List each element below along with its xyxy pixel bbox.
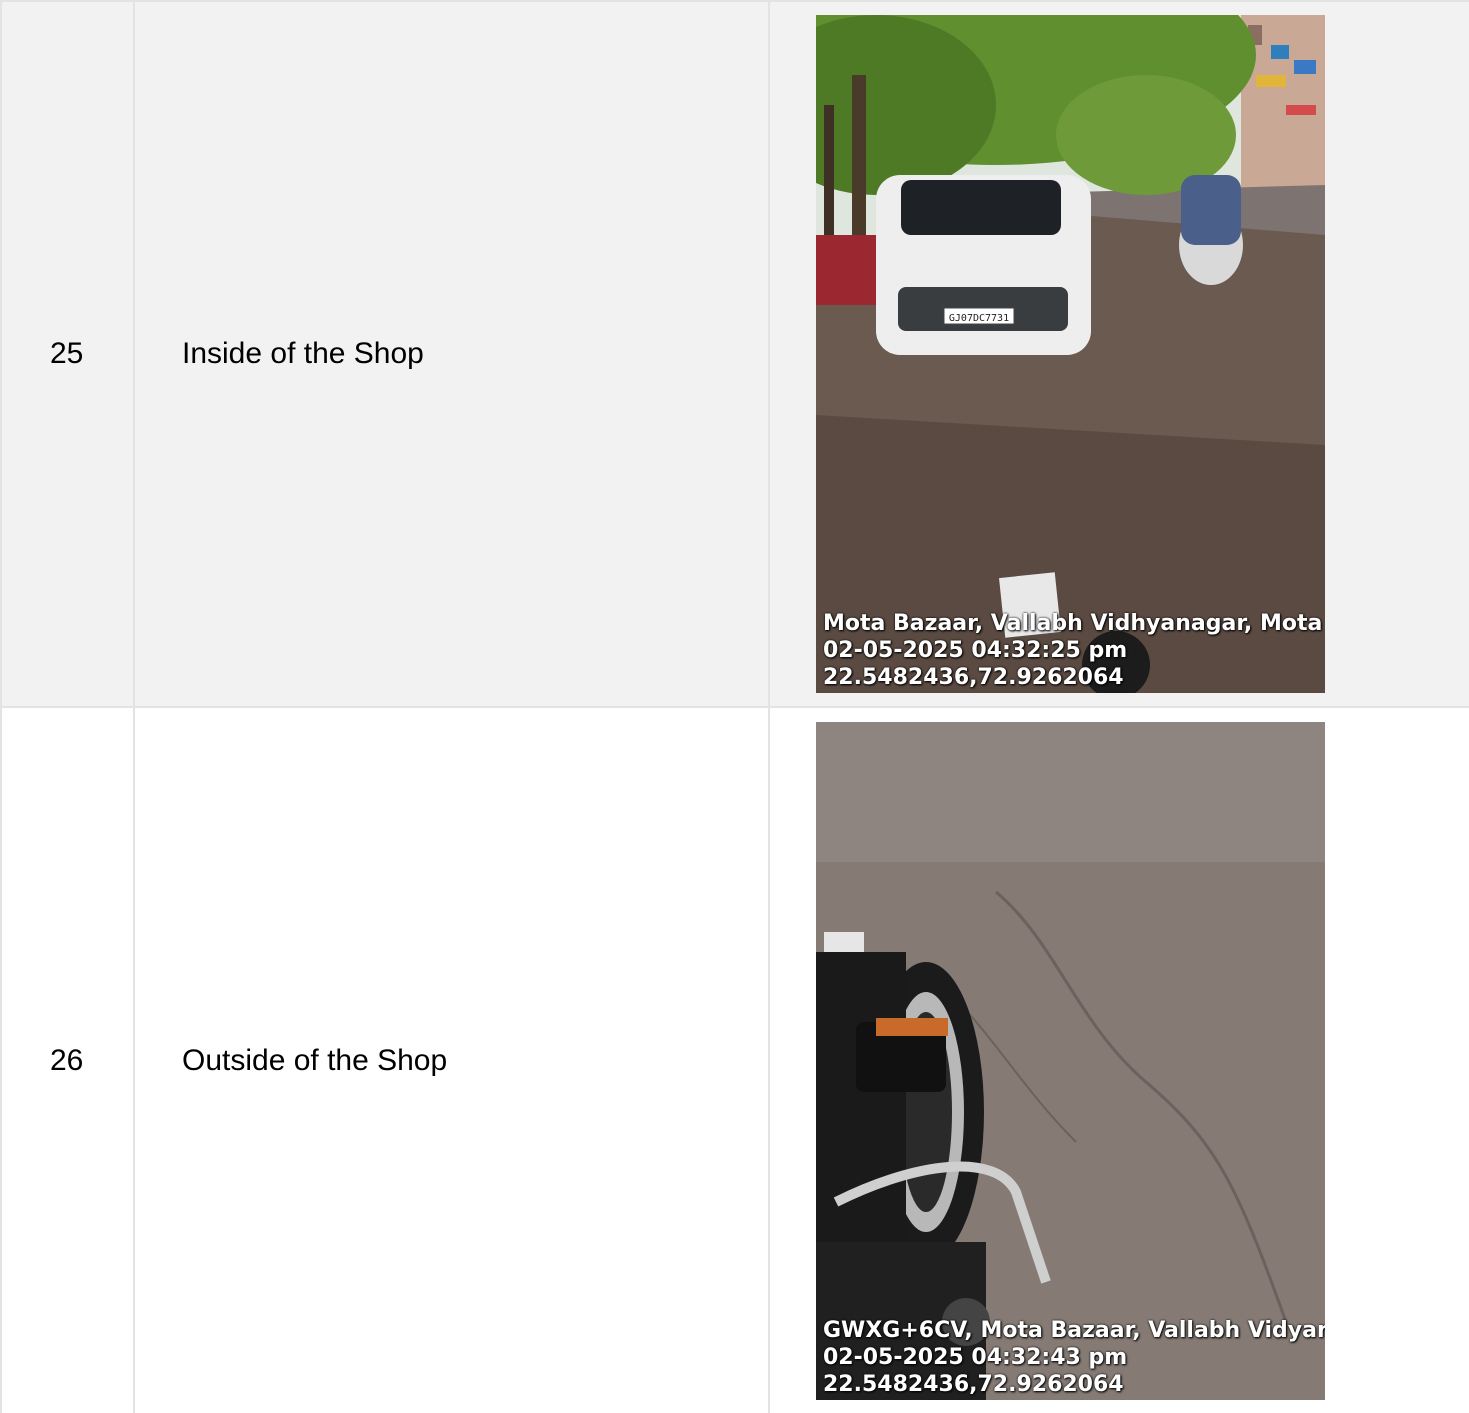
photo-geotag-stamp: Mota Bazaar, Vallabh Vidhyanagar, Mota B… (823, 610, 1325, 691)
street-photo[interactable]: GJ07DC7731 Mota Bazaar, Vallabh Vidhyana… (816, 15, 1325, 693)
photo-geotag-stamp: GWXG+6CV, Mota Bazaar, Vallabh Vidyanaga… (823, 1317, 1325, 1398)
stamp-address: Mota Bazaar, Vallabh Vidhyanagar, Mota B… (823, 611, 1325, 636)
row-number: 26 (0, 706, 135, 1413)
stamp-datetime: 02-05-2025 04:32:25 pm (823, 638, 1128, 663)
street-photo-icon: GJ07DC7731 (816, 15, 1325, 693)
stamp-coordinates: 22.5482436,72.9262064 (823, 1371, 1124, 1397)
table-row: 25 Inside of the Shop GJ07DC7731 Mota Ba… (0, 0, 1469, 708)
row-number: 25 (0, 0, 135, 708)
stamp-address: GWXG+6CV, Mota Bazaar, Vallabh Vidyanaga (823, 1317, 1325, 1343)
road-photo-icon (816, 721, 1325, 1400)
photo-cell: GJ07DC7731 Mota Bazaar, Vallabh Vidhyana… (768, 0, 1469, 708)
table-row: 26 Outside of the Shop GWXG+6CV, Mota Ba… (0, 706, 1469, 1413)
photo-cell: GWXG+6CV, Mota Bazaar, Vallabh Vidyanaga… (768, 706, 1469, 1413)
stamp-coordinates: 22.5482436,72.9262064 (823, 665, 1124, 690)
row-description: Inside of the Shop (133, 0, 770, 708)
stamp-datetime: 02-05-2025 04:32:43 pm (823, 1344, 1128, 1370)
row-description: Outside of the Shop (133, 706, 770, 1413)
license-plate-text: GJ07DC7731 (949, 313, 1009, 324)
photo-report-table: 25 Inside of the Shop GJ07DC7731 Mota Ba… (0, 0, 1469, 1413)
road-photo[interactable]: GWXG+6CV, Mota Bazaar, Vallabh Vidyanaga… (816, 721, 1325, 1400)
